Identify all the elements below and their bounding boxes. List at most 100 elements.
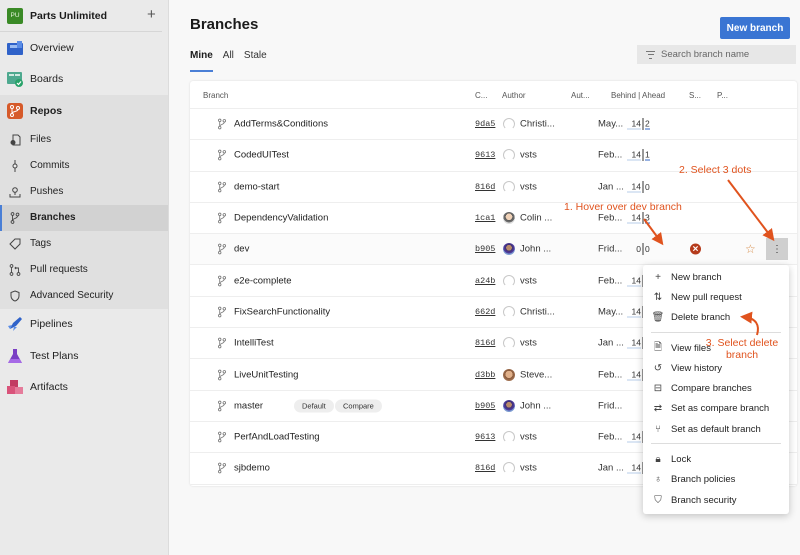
column-header-status[interactable]: S... [689,91,701,100]
tab-all[interactable]: All [223,50,234,72]
commit-link[interactable]: 662d [475,307,495,317]
branch-name[interactable]: master [234,400,263,411]
commit-link[interactable]: b905 [475,401,495,411]
files-icon [9,134,21,146]
menu-item-branch-security[interactable]: ⛉ Branch security [643,490,789,510]
menu-item-set-as-default-branch[interactable]: ⑂ Set as default branch [643,419,789,439]
authored-date: Feb... [598,369,623,381]
menu-item-lock[interactable]: 🔒︎ Lock [643,449,789,469]
branch-name[interactable]: demo-start [234,181,279,192]
column-header-behind-ahead[interactable]: Behind | Ahead [611,91,665,100]
sidebar-item-advanced-security[interactable]: Advanced Security [0,283,168,309]
branch-name[interactable]: CodedUITest [234,150,289,161]
menu-item-new-pull-request[interactable]: ⇅ New pull request [643,287,789,307]
sidebar-item-branches[interactable]: Branches [0,204,168,231]
sidebar-item-test-plans[interactable]: Test Plans [0,340,168,372]
authored-date: Jan ... [598,181,624,193]
sidebar-item-boards[interactable]: Boards [0,64,168,96]
table-row[interactable]: demo-start 816d vsts Jan ... 14 0 [190,172,797,203]
add-project-button[interactable]: + [147,7,156,22]
branch-name[interactable]: e2e-complete [234,275,292,286]
column-header-pull-request[interactable]: P... [717,91,728,100]
commit-link[interactable]: 816d [475,338,495,348]
history-icon: ↺ [653,362,663,374]
authored-date: Feb... [598,431,623,443]
table-row[interactable]: DependencyValidation 1ca1 Colin ... Feb... 1… [190,203,797,235]
branch-name[interactable]: dev [234,244,249,255]
branch-name[interactable]: sjbdemo [234,463,270,474]
commit-link[interactable]: a24b [475,276,495,286]
sidebar-item-pipelines[interactable]: Pipelines [0,309,168,341]
sidebar-item-overview[interactable]: Overview [0,32,168,64]
menu-item-label: Set as compare branch [671,403,770,415]
sidebar-item-commits[interactable]: Commits [0,153,168,179]
menu-item-compare-branches[interactable]: ⊟ Compare branches [643,378,789,398]
lock-icon: 🔒︎ [655,454,661,466]
column-header-authored-date[interactable]: Aut... [571,91,590,100]
commit-link[interactable]: 9613 [475,432,495,442]
delete-branch-icon[interactable]: ✕ [690,243,701,255]
author-name: vsts [520,181,537,193]
avatar [503,399,515,412]
behind-ahead-divider [642,243,644,256]
commit-link[interactable]: 9613 [475,150,495,160]
branch-icon [217,243,227,255]
menu-separator [651,443,781,445]
commit-link[interactable]: 1ca1 [475,213,495,223]
sidebar-item-pull-requests[interactable]: Pull requests [0,257,168,283]
branch-name[interactable]: PerfAndLoadTesting [234,432,320,443]
menu-item-view-history[interactable]: ↺ View history [643,358,789,378]
ahead-count: 1 [645,149,650,161]
menu-item-branch-policies[interactable]: ♁ Branch policies [643,470,789,490]
menu-item-delete-branch[interactable]: 🗑︎ Delete branch [643,308,789,328]
avatar [503,243,515,256]
menu-item-label: Compare branches [671,383,752,395]
sidebar: PU Parts Unlimited + Overview Boards Rep… [0,0,169,555]
new-branch-button[interactable]: New branch [720,17,790,39]
tab-mine[interactable]: Mine [190,50,213,72]
authored-date: Frid... [598,243,623,255]
sidebar-item-artifacts[interactable]: Artifacts [0,372,168,404]
sidebar-item-label: Boards [30,73,64,86]
branch-name[interactable]: DependencyValidation [234,213,328,224]
branch-context-menu: + New branch ⇅ New pull request 🗑︎ Delete bra… [643,265,789,514]
column-header-author[interactable]: Author [502,91,526,100]
search-input[interactable] [661,49,791,60]
commit-link[interactable]: 816d [475,463,495,473]
org-name: Parts Unlimited [30,9,108,22]
commit-link[interactable]: d3bb [475,370,495,380]
branch-name[interactable]: LiveUnitTesting [234,369,298,380]
author-name: Christi... [520,306,555,318]
commit-link[interactable]: 816d [475,182,495,192]
commit-link[interactable]: 9da5 [475,119,495,129]
commit-link[interactable]: b905 [475,244,495,254]
column-header-commit[interactable]: C... [475,91,487,100]
sidebar-item-label: Commits [30,160,70,171]
sidebar-item-files[interactable]: Files [0,127,168,153]
more-options-button[interactable]: ⋮ [766,238,788,261]
branch-name[interactable]: FixSearchFunctionality [234,306,330,317]
branch-name[interactable]: AddTerms&Conditions [234,119,328,130]
menu-item-new-branch[interactable]: + New branch [643,267,789,287]
menu-item-label: Branch security [671,494,737,506]
sidebar-item-pushes[interactable]: Pushes [0,179,168,205]
sidebar-item-repos[interactable]: Repos [0,95,168,127]
behind-count: 14 [627,119,641,130]
favorite-star-icon[interactable]: ☆ [745,242,756,256]
repos-group: Repos Files Commits Pushes Branches Tags… [0,95,168,309]
tab-stale[interactable]: Stale [244,50,267,72]
org-header[interactable]: PU Parts Unlimited [0,0,162,32]
sidebar-item-tags[interactable]: Tags [0,231,168,257]
branch-name[interactable]: IntelliTest [234,338,274,349]
table-row[interactable]: AddTerms&Conditions 9da5 Christi... May... 1… [190,109,797,141]
annotation-step-2: 2. Select 3 dots [679,164,752,176]
menu-item-label: Branch policies [671,474,736,486]
menu-item-set-as-compare-branch[interactable]: ⇄ Set as compare branch [643,399,789,419]
branch-icon [217,212,227,224]
table-row[interactable]: dev b905 John ... Frid... 0 0 ✕ ☆ ⋮ [190,234,797,266]
avatar [503,274,515,287]
column-header-branch[interactable]: Branch [203,91,228,100]
sidebar-item-label: Artifacts [30,381,68,394]
menu-separator [651,331,781,333]
branch-icon [9,211,21,224]
